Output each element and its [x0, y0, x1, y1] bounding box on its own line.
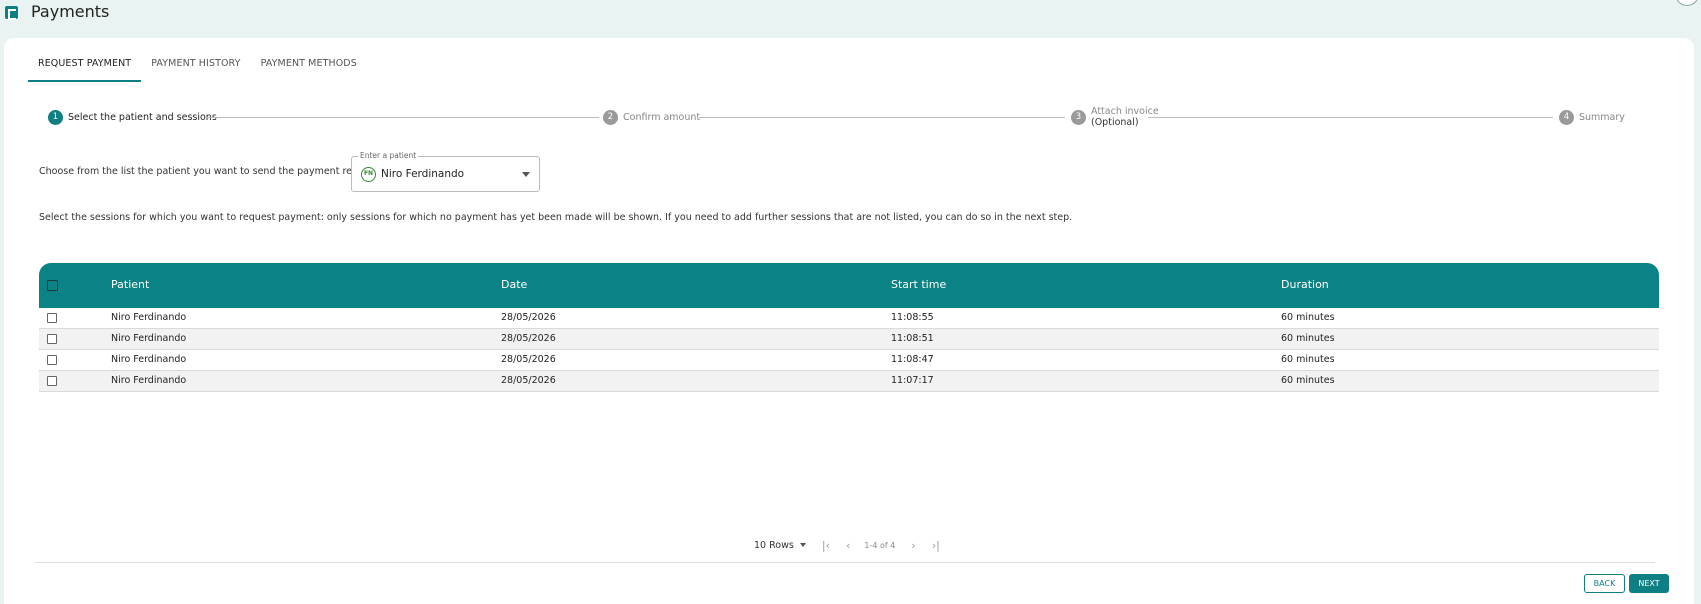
cell-start-time: 11:08:55 — [891, 312, 934, 323]
column-header-patient[interactable]: Patient — [111, 278, 149, 291]
tab-bar: REQUEST PAYMENT PAYMENT HISTORY PAYMENT … — [28, 56, 367, 82]
pagination: 10 Rows |‹ ‹ 1-4 of 4 › ›| — [754, 538, 940, 552]
next-button[interactable]: NEXT — [1629, 574, 1669, 593]
page-header: Payments — [0, 0, 1701, 30]
column-header-duration[interactable]: Duration — [1281, 278, 1329, 291]
last-page-icon[interactable]: ›| — [932, 539, 940, 552]
tab-payment-methods[interactable]: PAYMENT METHODS — [251, 56, 367, 82]
patient-select[interactable]: Enter a patient FN Niro Ferdinando — [351, 151, 540, 192]
cell-date: 28/05/2026 — [501, 354, 556, 365]
patient-avatar: FN — [361, 167, 376, 182]
sessions-instruction: Select the sessions for which you want t… — [39, 212, 1073, 223]
column-header-start-time[interactable]: Start time — [891, 278, 946, 291]
cell-patient: Niro Ferdinando — [111, 312, 187, 323]
cell-patient: Niro Ferdinando — [111, 333, 187, 344]
step-label-sub: (Optional) — [1091, 117, 1139, 128]
chevron-down-icon[interactable] — [799, 543, 806, 547]
step-attach-invoice: 3 Attach invoice (Optional) — [1071, 102, 1159, 132]
table-row[interactable]: Niro Ferdinando 28/05/2026 11:08:55 60 m… — [39, 308, 1659, 329]
column-header-date[interactable]: Date — [501, 278, 527, 291]
cell-patient: Niro Ferdinando — [111, 375, 187, 386]
prev-page-icon[interactable]: ‹ — [846, 539, 850, 552]
step-label: Confirm amount — [623, 111, 701, 123]
cell-start-time: 11:08:51 — [891, 333, 934, 344]
first-page-icon[interactable]: |‹ — [822, 539, 830, 552]
rows-per-page-select[interactable]: 10 Rows — [754, 540, 806, 551]
select-all-checkbox[interactable] — [47, 280, 58, 291]
step-connector — [205, 117, 599, 118]
patient-select-value: Niro Ferdinando — [381, 168, 465, 180]
page-title: Payments — [31, 2, 110, 21]
chevron-down-icon[interactable] — [522, 172, 530, 177]
back-button[interactable]: BACK — [1584, 574, 1625, 593]
step-summary: 4 Summary — [1559, 102, 1625, 132]
row-checkbox[interactable] — [47, 376, 57, 386]
cell-duration: 60 minutes — [1281, 354, 1335, 365]
row-checkbox[interactable] — [47, 355, 57, 365]
step-label: Select the patient and sessions — [68, 111, 217, 123]
cell-date: 28/05/2026 — [501, 312, 556, 323]
tab-payment-history[interactable]: PAYMENT HISTORY — [141, 56, 250, 82]
tab-request-payment[interactable]: REQUEST PAYMENT — [28, 56, 142, 82]
next-page-icon[interactable]: › — [911, 539, 915, 552]
step-number: 2 — [603, 109, 618, 125]
cell-duration: 60 minutes — [1281, 375, 1335, 386]
step-connector — [699, 117, 1065, 118]
profile-circle-icon[interactable] — [1675, 0, 1699, 6]
cell-start-time: 11:07:17 — [891, 375, 934, 386]
cell-date: 28/05/2026 — [501, 375, 556, 386]
patient-select-legend: Enter a patient — [358, 151, 419, 160]
page-range: 1-4 of 4 — [864, 540, 896, 550]
cell-patient: Niro Ferdinando — [111, 354, 187, 365]
sessions-table: Patient Date Start time Duration Niro Fe… — [39, 263, 1659, 392]
step-number: 4 — [1559, 109, 1574, 125]
row-checkbox[interactable] — [47, 334, 57, 344]
stepper: 1 Select the patient and sessions 2 Conf… — [48, 102, 1658, 132]
table-row[interactable]: Niro Ferdinando 28/05/2026 11:08:47 60 m… — [39, 350, 1659, 371]
footer-divider — [35, 562, 1655, 563]
step-connector — [1148, 117, 1553, 118]
patient-instruction: Choose from the list the patient you wan… — [39, 166, 395, 177]
cell-duration: 60 minutes — [1281, 333, 1335, 344]
table-row[interactable]: Niro Ferdinando 28/05/2026 11:08:51 60 m… — [39, 329, 1659, 350]
step-number: 1 — [48, 109, 63, 125]
step-label-main: Attach invoice — [1091, 106, 1159, 117]
step-select-patient: 1 Select the patient and sessions — [48, 102, 217, 132]
cell-date: 28/05/2026 — [501, 333, 556, 344]
table-header: Patient Date Start time Duration — [39, 263, 1659, 308]
step-number: 3 — [1071, 109, 1086, 125]
table-row[interactable]: Niro Ferdinando 28/05/2026 11:07:17 60 m… — [39, 371, 1659, 392]
step-label: Summary — [1579, 111, 1625, 123]
payments-app-icon — [5, 6, 18, 20]
cell-duration: 60 minutes — [1281, 312, 1335, 323]
step-confirm-amount: 2 Confirm amount — [603, 102, 700, 132]
payments-card: REQUEST PAYMENT PAYMENT HISTORY PAYMENT … — [4, 38, 1694, 604]
row-checkbox[interactable] — [47, 313, 57, 323]
rows-per-page-label: 10 Rows — [754, 539, 794, 551]
cell-start-time: 11:08:47 — [891, 354, 934, 365]
